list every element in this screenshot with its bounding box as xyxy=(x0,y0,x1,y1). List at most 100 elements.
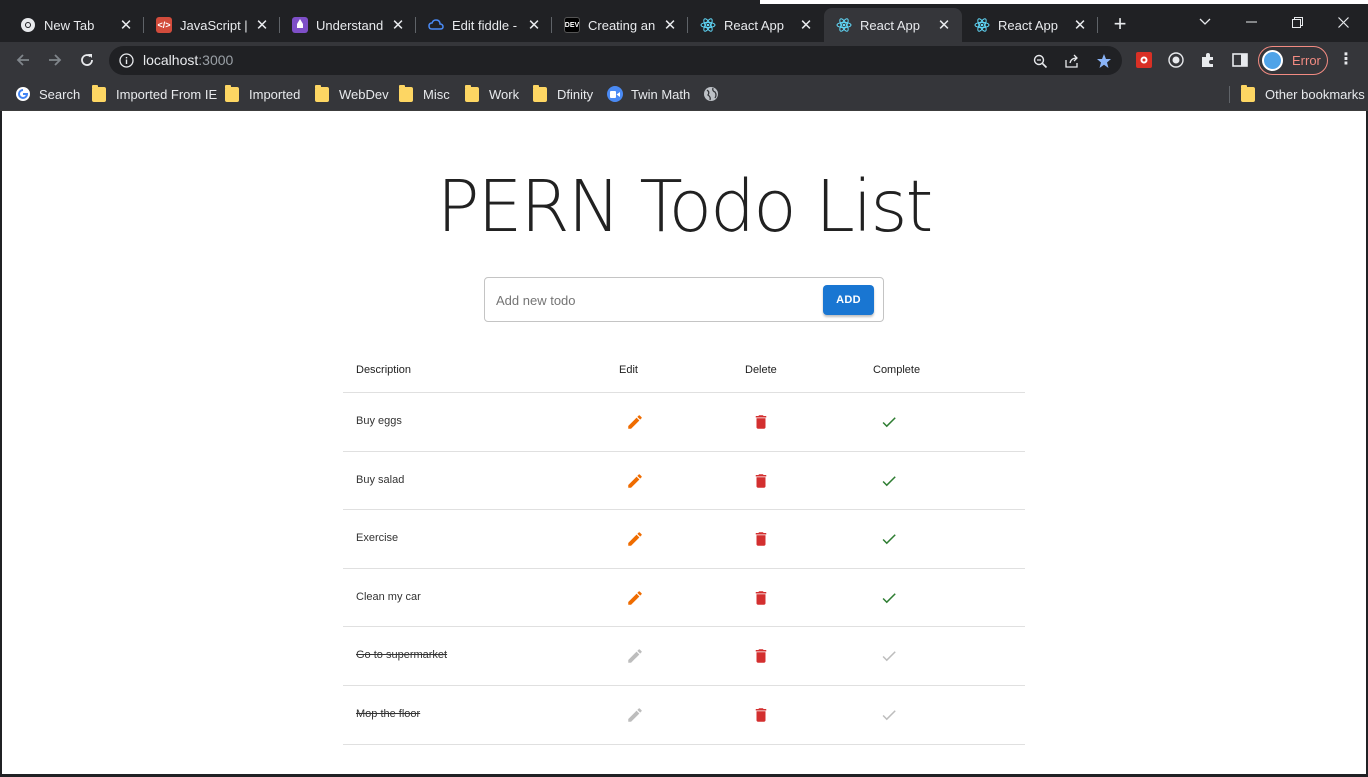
todo-table: Description Edit Delete Complete Buy egg… xyxy=(343,334,1025,745)
bookmark-label: WebDev xyxy=(339,86,389,102)
restore-button[interactable] xyxy=(1274,8,1320,36)
url-text[interactable]: localhost:3000 xyxy=(143,52,233,68)
tab-understanding[interactable]: Understandin ✕ xyxy=(280,8,416,42)
tab-new-tab[interactable]: New Tab ✕ xyxy=(8,8,144,42)
delete-trash-icon[interactable] xyxy=(751,646,771,666)
new-tab-button[interactable]: + xyxy=(1108,12,1132,36)
tab-strip: New Tab ✕ </> JavaScript | C ✕ Understan… xyxy=(0,0,1368,42)
edit-pencil-icon[interactable] xyxy=(625,646,645,666)
delete-trash-icon[interactable] xyxy=(751,471,771,491)
extension-red-icon[interactable] xyxy=(1135,51,1153,69)
forward-button[interactable] xyxy=(42,47,68,73)
column-description: Description xyxy=(356,364,412,376)
delete-trash-icon[interactable] xyxy=(751,412,771,432)
edit-pencil-icon[interactable] xyxy=(625,705,645,725)
close-window-button[interactable] xyxy=(1320,8,1366,36)
edit-pencil-icon[interactable] xyxy=(625,471,645,491)
zoom-icon[interactable] xyxy=(1031,52,1049,70)
delete-trash-icon[interactable] xyxy=(751,529,771,549)
close-icon[interactable]: ✕ xyxy=(936,16,952,34)
google-icon xyxy=(16,87,30,101)
bookmark-search[interactable]: Search xyxy=(15,84,80,104)
url-port: :3000 xyxy=(198,52,234,68)
folder-icon xyxy=(225,84,239,102)
bookmark-work[interactable]: Work xyxy=(465,84,519,104)
todo-description: Exercise xyxy=(356,532,399,545)
add-todo-input[interactable] xyxy=(496,290,816,310)
react-icon xyxy=(700,17,716,33)
puzzle-icon[interactable] xyxy=(1199,51,1217,69)
close-icon[interactable]: ✕ xyxy=(1072,16,1088,34)
side-panel-icon[interactable] xyxy=(1231,51,1249,69)
dev-icon: DEV xyxy=(564,17,580,33)
star-icon[interactable] xyxy=(1095,52,1113,70)
complete-check-icon[interactable] xyxy=(879,646,899,666)
react-icon xyxy=(974,17,990,33)
todo-description: Clean my car xyxy=(356,590,421,603)
globe-icon xyxy=(704,87,718,101)
close-icon[interactable]: ✕ xyxy=(662,16,678,34)
bookmark-globe[interactable] xyxy=(703,84,719,104)
minimize-button[interactable] xyxy=(1228,8,1274,36)
complete-check-icon[interactable] xyxy=(879,471,899,491)
add-button[interactable]: ADD xyxy=(823,285,874,315)
folder-icon xyxy=(399,84,413,102)
tab-creating-an-app[interactable]: DEV Creating an A ✕ xyxy=(552,8,688,42)
bookmark-label: Imported From IE xyxy=(116,86,218,102)
tab-title: JavaScript | C xyxy=(180,17,248,33)
tab-edit-fiddle[interactable]: Edit fiddle - J ✕ xyxy=(416,8,552,42)
profile-button[interactable]: Error xyxy=(1258,46,1328,75)
complete-check-icon[interactable] xyxy=(879,588,899,608)
address-bar[interactable]: localhost:3000 xyxy=(109,46,1122,75)
tab-react-app-1[interactable]: React App ✕ xyxy=(688,8,824,42)
share-icon[interactable] xyxy=(1063,52,1081,70)
info-icon[interactable] xyxy=(119,53,134,68)
bookmark-misc[interactable]: Misc xyxy=(399,84,450,104)
bookmark-imported-from-ie[interactable]: Imported From IE xyxy=(92,84,217,104)
table-row: Exercise xyxy=(343,510,1025,569)
table-row: Go to supermarket xyxy=(343,627,1025,686)
extension-target-icon[interactable] xyxy=(1167,51,1185,69)
folder-icon xyxy=(465,84,479,102)
bookmark-imported[interactable]: Imported xyxy=(225,84,300,104)
bookmark-label: Misc xyxy=(423,86,450,102)
close-icon[interactable]: ✕ xyxy=(254,16,270,34)
close-icon[interactable]: ✕ xyxy=(118,16,134,34)
delete-trash-icon[interactable] xyxy=(751,705,771,725)
delete-trash-icon[interactable] xyxy=(751,588,771,608)
bookmark-dfinity[interactable]: Dfinity xyxy=(533,84,593,104)
complete-check-icon[interactable] xyxy=(879,705,899,725)
bookmark-twin-math[interactable]: Twin Math xyxy=(607,84,690,104)
reload-button[interactable] xyxy=(74,47,100,73)
todo-description: Buy salad xyxy=(356,473,405,486)
edit-pencil-icon[interactable] xyxy=(625,529,645,549)
complete-check-icon[interactable] xyxy=(879,412,899,432)
bookmark-webdev[interactable]: WebDev xyxy=(315,84,389,104)
add-todo-form: ADD xyxy=(484,277,884,322)
tab-search-button[interactable] xyxy=(1182,8,1228,36)
tab-separator xyxy=(1097,17,1098,33)
back-button[interactable] xyxy=(10,47,36,73)
close-icon[interactable]: ✕ xyxy=(798,16,814,34)
kebab-menu-icon[interactable]: ⋮ xyxy=(1336,50,1356,70)
chevron-down-icon xyxy=(1199,18,1211,25)
tab-title: New Tab xyxy=(44,17,95,33)
tab-title: Creating an A xyxy=(588,17,656,33)
table-body: Buy eggs Buy salad Exercise Clean my car xyxy=(343,393,1025,745)
tab-react-app-3[interactable]: React App ✕ xyxy=(962,8,1098,42)
rocket-icon xyxy=(292,17,308,33)
page-title: PERN Todo List xyxy=(436,165,934,248)
edit-pencil-icon[interactable] xyxy=(625,588,645,608)
complete-check-icon[interactable] xyxy=(879,529,899,549)
bookmark-label: Other bookmarks xyxy=(1265,86,1365,102)
tab-react-app-2[interactable]: React App ✕ xyxy=(824,8,962,42)
tab-javascript[interactable]: </> JavaScript | C ✕ xyxy=(144,8,280,42)
close-icon[interactable]: ✕ xyxy=(390,16,406,34)
close-icon[interactable]: ✕ xyxy=(526,16,542,34)
table-row: Clean my car xyxy=(343,569,1025,628)
bookmark-label: Search xyxy=(39,86,81,102)
table-row: Buy salad xyxy=(343,452,1025,511)
bookmark-other[interactable]: Other bookmarks xyxy=(1241,84,1365,104)
edit-pencil-icon[interactable] xyxy=(625,412,645,432)
arrow-left-icon xyxy=(16,54,29,66)
